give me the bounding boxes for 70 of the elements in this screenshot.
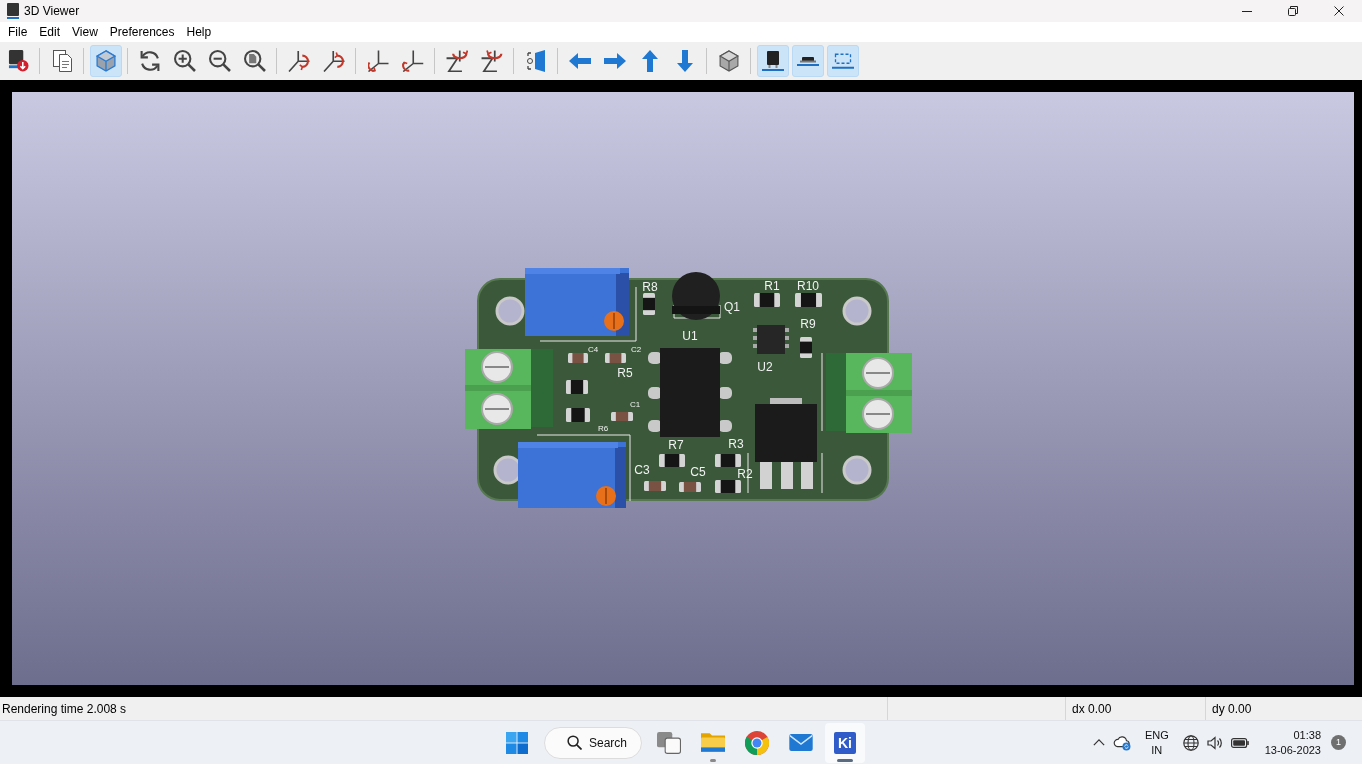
silkscreen-label: C2 [630, 344, 642, 353]
app-icon [7, 3, 19, 19]
rotate-y-icon [402, 50, 424, 72]
toolbar-button[interactable] [792, 45, 824, 77]
cloud-icon [1112, 734, 1131, 751]
mail-icon [789, 734, 813, 751]
cube-icon [96, 50, 116, 72]
rotate-y-icon [367, 50, 389, 72]
silkscreen-label: U1 [682, 328, 698, 343]
silkscreen-label: R7 [668, 437, 684, 452]
rotate-z-icon [446, 50, 468, 72]
menu-item[interactable]: File [2, 22, 34, 42]
chevron-up-icon [1092, 739, 1105, 746]
dashed-outline-icon [832, 53, 854, 69]
refresh-icon [140, 50, 160, 72]
arrow-left-icon [569, 53, 591, 69]
arrow-down-icon [677, 50, 693, 72]
silkscreen-label: R6 [597, 423, 609, 432]
arrow-up-icon [642, 50, 658, 72]
silkscreen-label: R10 [797, 278, 819, 293]
clock-button[interactable]: 01:38 13-06-2023 [1252, 727, 1325, 758]
zoom-out-icon [209, 50, 231, 72]
silkscreen-label: C4 [587, 344, 599, 353]
silkscreen-label: C1 [629, 399, 641, 408]
silkscreen-label: Q1 [724, 299, 740, 314]
taskbar-app-button[interactable]: Ki [825, 722, 865, 763]
silkscreen-label: R3 [728, 436, 744, 451]
status-text: Rendering time 2.008 s [2, 701, 127, 716]
flip-board-icon [527, 50, 545, 72]
silkscreen-label: U2 [757, 359, 773, 374]
globe-icon [1182, 734, 1199, 751]
silkscreen-label: R8 [642, 279, 658, 294]
speaker-icon [1206, 735, 1223, 750]
silkscreen-label: R9 [800, 316, 816, 331]
menu-item[interactable]: Preferences [103, 22, 181, 42]
menu-item[interactable]: Help [180, 22, 218, 42]
windows-logo-icon [506, 731, 528, 754]
rotate-x-icon [323, 50, 345, 72]
toolbar-button[interactable] [757, 45, 789, 77]
silkscreen-label: C3 [634, 462, 650, 477]
task-view-icon [657, 731, 681, 754]
component-icon [797, 56, 819, 66]
rotate-x-icon [288, 50, 310, 72]
restore-icon [1288, 6, 1298, 16]
language-button[interactable]: ENG IN [1134, 727, 1179, 758]
minimize-icon [1242, 10, 1252, 12]
menu-item[interactable]: View [66, 22, 104, 42]
status-field: dy 0.00 [1212, 701, 1252, 716]
battery-icon [1230, 737, 1249, 748]
status-field: dx 0.00 [1072, 701, 1112, 716]
silkscreen-label: C5 [690, 464, 706, 479]
search-box[interactable]: Search [544, 726, 642, 759]
close-icon [1334, 6, 1344, 16]
folder-icon [701, 733, 725, 752]
browser-icon [745, 730, 769, 755]
menu-item[interactable]: Edit [33, 22, 67, 42]
search-icon [567, 735, 582, 750]
silkscreen-label: R2 [737, 466, 753, 481]
notification-badge[interactable]: 1 [1331, 735, 1346, 750]
download-icon [7, 50, 29, 72]
cube-icon [719, 50, 739, 72]
arrow-right-icon [604, 53, 626, 69]
silkscreen-label: R5 [617, 365, 633, 380]
component-icon [762, 51, 784, 71]
zoom-fit-icon [244, 50, 266, 72]
zoom-in-icon [174, 50, 196, 72]
rotate-z-icon [481, 50, 503, 72]
copy-icon [52, 50, 72, 72]
window-title: 3D Viewer [24, 4, 81, 18]
silkscreen-label: R1 [764, 278, 780, 293]
